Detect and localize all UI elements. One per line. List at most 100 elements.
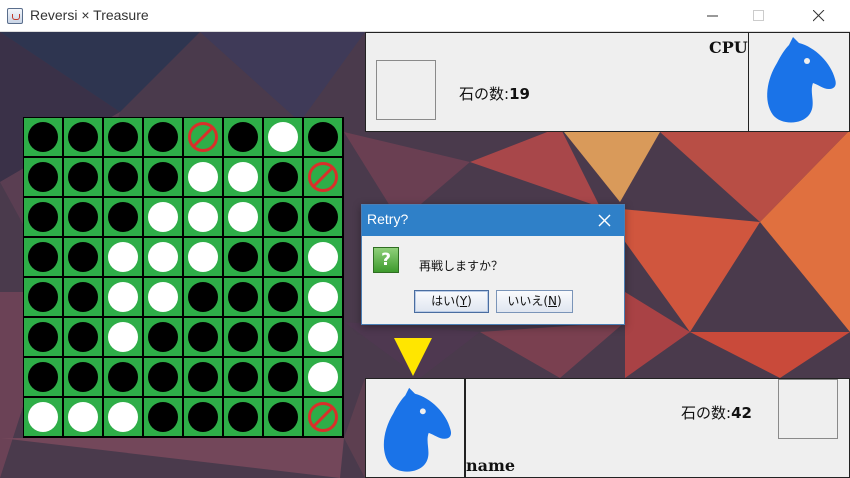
board-cell[interactable]: [64, 158, 102, 196]
board-cell[interactable]: [184, 318, 222, 356]
board-cell[interactable]: [24, 318, 62, 356]
cpu-stone-count: 石の数:19: [459, 85, 530, 103]
board-cell[interactable]: [304, 158, 342, 196]
board-cell[interactable]: [184, 278, 222, 316]
board-cell[interactable]: [64, 198, 102, 236]
yes-button[interactable]: はい(Y): [414, 290, 489, 313]
board-cell[interactable]: [64, 398, 102, 436]
no-button[interactable]: いいえ(N): [496, 290, 573, 313]
board-cell[interactable]: [104, 118, 142, 156]
board-cell[interactable]: [144, 278, 182, 316]
black-stone: [28, 362, 58, 392]
board-cell[interactable]: [224, 158, 262, 196]
board-cell[interactable]: [304, 118, 342, 156]
board-cell[interactable]: [224, 118, 262, 156]
board-cell[interactable]: [264, 158, 302, 196]
question-icon: ?: [373, 247, 399, 273]
board-cell[interactable]: [184, 158, 222, 196]
close-button[interactable]: [796, 0, 842, 32]
board-cell[interactable]: [264, 198, 302, 236]
board-cell[interactable]: [24, 358, 62, 396]
board-cell[interactable]: [224, 398, 262, 436]
black-stone: [228, 122, 258, 152]
board-cell[interactable]: [184, 398, 222, 436]
board-cell[interactable]: [104, 238, 142, 276]
board-cell[interactable]: [224, 318, 262, 356]
board-cell[interactable]: [264, 238, 302, 276]
black-stone: [188, 282, 218, 312]
board-cell[interactable]: [224, 198, 262, 236]
black-stone: [268, 162, 298, 192]
black-stone: [108, 122, 138, 152]
cpu-avatar: [748, 32, 850, 132]
board-cell[interactable]: [104, 198, 142, 236]
board-cell[interactable]: [144, 318, 182, 356]
player-name: name: [466, 456, 516, 475]
black-stone: [148, 402, 178, 432]
maximize-button[interactable]: [736, 0, 782, 32]
board-cell[interactable]: [104, 318, 142, 356]
board-cell[interactable]: [304, 318, 342, 356]
board-cell[interactable]: [184, 118, 222, 156]
board-cell[interactable]: [264, 398, 302, 436]
black-stone: [228, 322, 258, 352]
board-cell[interactable]: [184, 198, 222, 236]
board-cell[interactable]: [104, 398, 142, 436]
dialog-title-bar[interactable]: Retry?: [362, 205, 624, 236]
board-cell[interactable]: [304, 398, 342, 436]
board-cell[interactable]: [184, 238, 222, 276]
board-cell[interactable]: [264, 318, 302, 356]
board-cell[interactable]: [104, 278, 142, 316]
board-cell[interactable]: [24, 118, 62, 156]
black-stone: [268, 402, 298, 432]
board-cell[interactable]: [224, 238, 262, 276]
board-cell[interactable]: [64, 318, 102, 356]
minimize-button[interactable]: [690, 0, 736, 32]
white-stone: [108, 242, 138, 272]
board-cell[interactable]: [64, 358, 102, 396]
reversi-board[interactable]: [23, 117, 344, 438]
board-cell[interactable]: [184, 358, 222, 396]
white-stone: [148, 282, 178, 312]
board-cell[interactable]: [144, 398, 182, 436]
board-cell[interactable]: [224, 358, 262, 396]
board-cell[interactable]: [144, 158, 182, 196]
board-cell[interactable]: [24, 158, 62, 196]
java-cup-icon: [7, 8, 23, 24]
black-stone: [68, 202, 98, 232]
white-stone: [108, 402, 138, 432]
black-stone: [268, 242, 298, 272]
board-cell[interactable]: [64, 278, 102, 316]
board-cell[interactable]: [304, 278, 342, 316]
board-cell[interactable]: [264, 358, 302, 396]
board-cell[interactable]: [64, 118, 102, 156]
board-cell[interactable]: [24, 198, 62, 236]
black-stone: [268, 362, 298, 392]
board-cell[interactable]: [304, 358, 342, 396]
board-cell[interactable]: [64, 238, 102, 276]
board-cell[interactable]: [224, 278, 262, 316]
board-cell[interactable]: [304, 238, 342, 276]
board-cell[interactable]: [264, 118, 302, 156]
board-cell[interactable]: [104, 358, 142, 396]
title-bar[interactable]: Reversi × Treasure: [0, 0, 850, 32]
player-panel: 石の数:42 name: [465, 378, 850, 478]
board-cell[interactable]: [24, 278, 62, 316]
dialog-close-button[interactable]: [584, 205, 624, 236]
board-cell[interactable]: [24, 238, 62, 276]
board-cell[interactable]: [24, 398, 62, 436]
black-stone: [268, 322, 298, 352]
board-cell[interactable]: [144, 358, 182, 396]
black-stone: [268, 282, 298, 312]
board-cell[interactable]: [304, 198, 342, 236]
board-cell[interactable]: [104, 158, 142, 196]
player-avatar: [365, 378, 465, 478]
board-cell[interactable]: [144, 118, 182, 156]
black-stone: [108, 162, 138, 192]
board-cell[interactable]: [264, 278, 302, 316]
black-stone: [68, 122, 98, 152]
no-entry-icon: [188, 122, 218, 152]
board-cell[interactable]: [144, 238, 182, 276]
turn-indicator-arrow: [394, 338, 432, 376]
board-cell[interactable]: [144, 198, 182, 236]
